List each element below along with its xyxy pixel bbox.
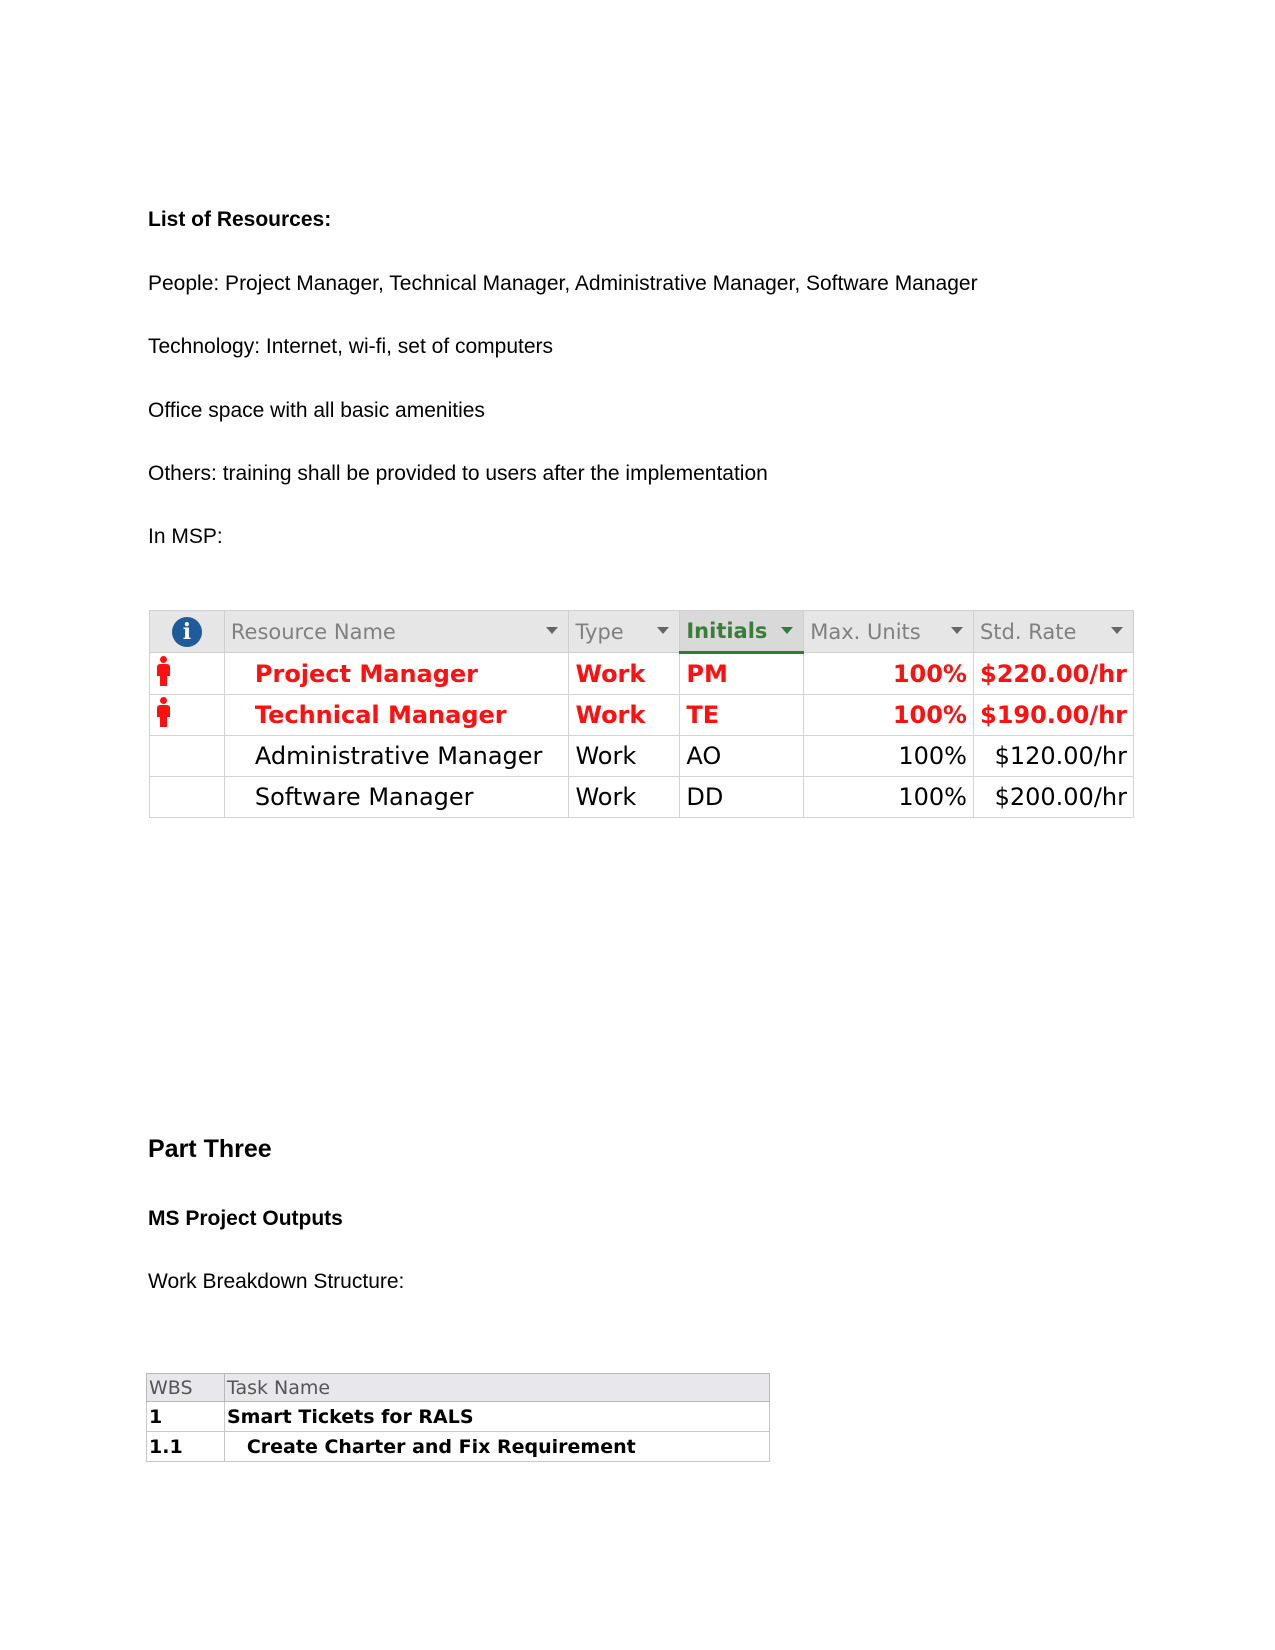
- info-icon: i: [171, 616, 202, 647]
- table-row[interactable]: 1.1 Create Charter and Fix Requirement: [146, 1431, 770, 1462]
- paragraph-technology: Technology: Internet, wi-fi, set of comp…: [148, 335, 554, 358]
- max-units-cell[interactable]: 100%: [803, 776, 974, 818]
- header-type[interactable]: Type: [568, 610, 681, 653]
- header-std-rate[interactable]: Std. Rate: [972, 610, 1135, 653]
- dropdown-arrow-icon[interactable]: [781, 627, 794, 634]
- header-wbs[interactable]: WBS: [146, 1373, 225, 1402]
- task-name-cell[interactable]: Smart Tickets for RALS: [224, 1401, 770, 1432]
- ms-project-outputs-heading: MS Project Outputs: [148, 1207, 343, 1230]
- initials-cell[interactable]: DD: [679, 776, 805, 818]
- dropdown-arrow-icon[interactable]: [950, 627, 963, 634]
- resource-name-cell[interactable]: Project Manager: [223, 652, 570, 695]
- wbs-table-header: WBS Task Name: [146, 1373, 770, 1402]
- std-rate-cell[interactable]: $200.00/hr: [972, 776, 1135, 818]
- max-units-cell[interactable]: 100%: [803, 735, 974, 777]
- max-units-cell[interactable]: 100%: [803, 652, 974, 695]
- indicator-cell: [149, 776, 225, 818]
- wbs-cell[interactable]: 1: [146, 1401, 225, 1432]
- initials-cell[interactable]: AO: [679, 735, 805, 777]
- indicator-cell: [149, 694, 225, 736]
- header-initials[interactable]: Initials: [679, 610, 805, 654]
- wbs-label: Work Breakdown Structure:: [148, 1270, 405, 1293]
- section-title: List of Resources:: [148, 208, 332, 231]
- table-row[interactable]: Software Manager Work DD 100% $200.00/hr: [149, 776, 1135, 818]
- overallocated-person-icon: [156, 655, 170, 686]
- dropdown-arrow-icon[interactable]: [1111, 627, 1123, 634]
- initials-cell[interactable]: TE: [679, 694, 805, 736]
- paragraph-office: Office space with all basic amenities: [148, 399, 485, 422]
- resource-name-cell[interactable]: Technical Manager: [223, 694, 570, 736]
- table-row[interactable]: Project Manager Work PM 100% $220.00/hr: [149, 652, 1135, 695]
- initials-cell[interactable]: PM: [679, 652, 805, 695]
- part-three-heading: Part Three: [148, 1135, 272, 1163]
- resource-name-cell[interactable]: Administrative Manager: [223, 735, 570, 777]
- resource-sheet-table: i Resource Name Type Initials Max. Units…: [149, 610, 1135, 818]
- indicator-cell: [149, 735, 225, 777]
- resource-name-cell[interactable]: Software Manager: [223, 776, 570, 818]
- max-units-cell[interactable]: 100%: [803, 694, 974, 736]
- type-cell[interactable]: Work: [568, 652, 681, 695]
- dropdown-arrow-icon[interactable]: [546, 627, 559, 634]
- overallocated-person-icon: [156, 697, 170, 727]
- indicator-cell: [149, 652, 225, 695]
- type-cell[interactable]: Work: [568, 776, 681, 818]
- paragraph-in-msp: In MSP:: [148, 525, 223, 548]
- indicators-header[interactable]: i: [149, 610, 225, 653]
- type-cell[interactable]: Work: [568, 694, 681, 736]
- dropdown-arrow-icon[interactable]: [657, 627, 670, 634]
- wbs-table: WBS Task Name 1 Smart Tickets for RALS 1…: [146, 1373, 770, 1462]
- table-row[interactable]: Technical Manager Work TE 100% $190.00/h…: [149, 694, 1135, 736]
- header-task-name[interactable]: Task Name: [224, 1373, 770, 1402]
- wbs-cell[interactable]: 1.1: [146, 1431, 225, 1462]
- paragraph-others: Others: training shall be provided to us…: [148, 462, 768, 485]
- table-row[interactable]: Administrative Manager Work AO 100% $120…: [149, 735, 1135, 777]
- task-name-cell[interactable]: Create Charter and Fix Requirement: [224, 1431, 770, 1462]
- std-rate-cell[interactable]: $120.00/hr: [972, 735, 1135, 777]
- type-cell[interactable]: Work: [568, 735, 681, 777]
- std-rate-cell[interactable]: $190.00/hr: [972, 694, 1135, 736]
- header-resource-name[interactable]: Resource Name: [223, 610, 570, 653]
- header-max-units[interactable]: Max. Units: [803, 610, 974, 653]
- paragraph-people: People: Project Manager, Technical Manag…: [148, 272, 978, 295]
- table-row[interactable]: 1 Smart Tickets for RALS: [146, 1401, 770, 1432]
- std-rate-cell[interactable]: $220.00/hr: [972, 652, 1135, 695]
- resource-table-header: i Resource Name Type Initials Max. Units…: [149, 610, 1135, 654]
